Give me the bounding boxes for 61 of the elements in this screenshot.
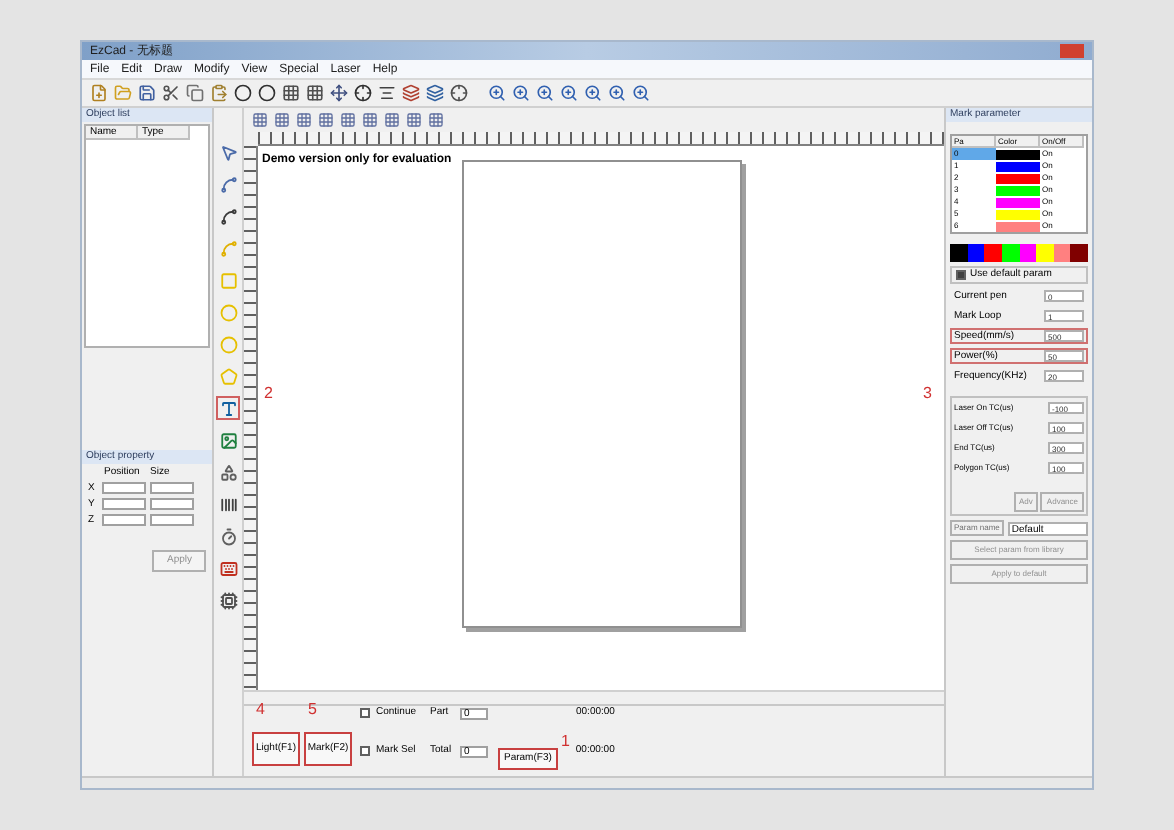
size-field[interactable] <box>150 498 194 510</box>
polygon-tool-icon <box>219 367 237 385</box>
zoom-icon[interactable] <box>536 84 554 102</box>
circle-icon[interactable] <box>258 84 276 102</box>
curve-tool-icon <box>219 239 237 257</box>
paste-icon[interactable] <box>210 84 228 102</box>
callout-number: 4 <box>256 701 265 717</box>
position-field[interactable] <box>102 498 146 510</box>
tool-button[interactable] <box>216 204 240 228</box>
checkbox[interactable] <box>956 270 966 280</box>
layers-icon[interactable] <box>426 84 444 102</box>
io-tool-icon <box>219 591 237 609</box>
zoom-icon[interactable] <box>632 84 650 102</box>
rect-tool-icon <box>219 271 237 289</box>
select-tool-icon <box>219 143 237 161</box>
crosshair-icon[interactable] <box>354 84 372 102</box>
position-field[interactable] <box>102 514 146 526</box>
tool-button[interactable] <box>216 140 240 164</box>
size-field[interactable] <box>150 514 194 526</box>
crosshair-icon[interactable] <box>450 84 468 102</box>
tool-button[interactable] <box>216 588 240 612</box>
tool-button[interactable] <box>216 172 240 196</box>
timer-tool-icon <box>219 527 237 545</box>
callout-number: 1 <box>560 733 570 749</box>
text-tool-icon <box>219 399 237 417</box>
circle-tool-icon <box>219 303 237 321</box>
tool-button[interactable] <box>216 428 240 452</box>
callout-number: 2 <box>264 386 273 402</box>
circle-icon[interactable] <box>234 84 252 102</box>
callout-number: 5 <box>308 701 317 717</box>
tool-button[interactable] <box>216 396 240 420</box>
tool-button[interactable] <box>216 524 240 548</box>
copy-icon[interactable] <box>186 84 204 102</box>
node-tool-icon <box>219 175 237 193</box>
tool-button[interactable] <box>216 460 240 484</box>
checkbox[interactable] <box>360 708 370 718</box>
layers-icon[interactable] <box>402 84 420 102</box>
palette-swatch[interactable] <box>984 244 1002 262</box>
callout-number: 3 <box>923 386 932 402</box>
checkbox[interactable] <box>360 746 370 756</box>
tool-button[interactable] <box>216 556 240 580</box>
palette-swatch[interactable] <box>1070 244 1088 262</box>
grid-icon[interactable] <box>306 84 324 102</box>
input-tool-icon <box>219 559 237 577</box>
vector-tool-icon <box>219 463 237 481</box>
barcode-tool-icon <box>219 495 237 513</box>
palette-swatch[interactable] <box>1036 244 1054 262</box>
palette-swatch[interactable] <box>950 244 968 262</box>
size-field[interactable] <box>150 482 194 494</box>
zoom-icon[interactable] <box>488 84 506 102</box>
zoom-icon[interactable] <box>560 84 578 102</box>
position-field[interactable] <box>102 482 146 494</box>
bitmap-tool-icon <box>219 431 237 449</box>
zoom-icon[interactable] <box>512 84 530 102</box>
grid-icon[interactable] <box>282 84 300 102</box>
zoom-icon[interactable] <box>608 84 626 102</box>
file-icon[interactable] <box>90 84 108 102</box>
zoom-icon[interactable] <box>584 84 602 102</box>
move-icon[interactable] <box>330 84 348 102</box>
scissors-icon[interactable] <box>162 84 180 102</box>
save-icon[interactable] <box>138 84 156 102</box>
